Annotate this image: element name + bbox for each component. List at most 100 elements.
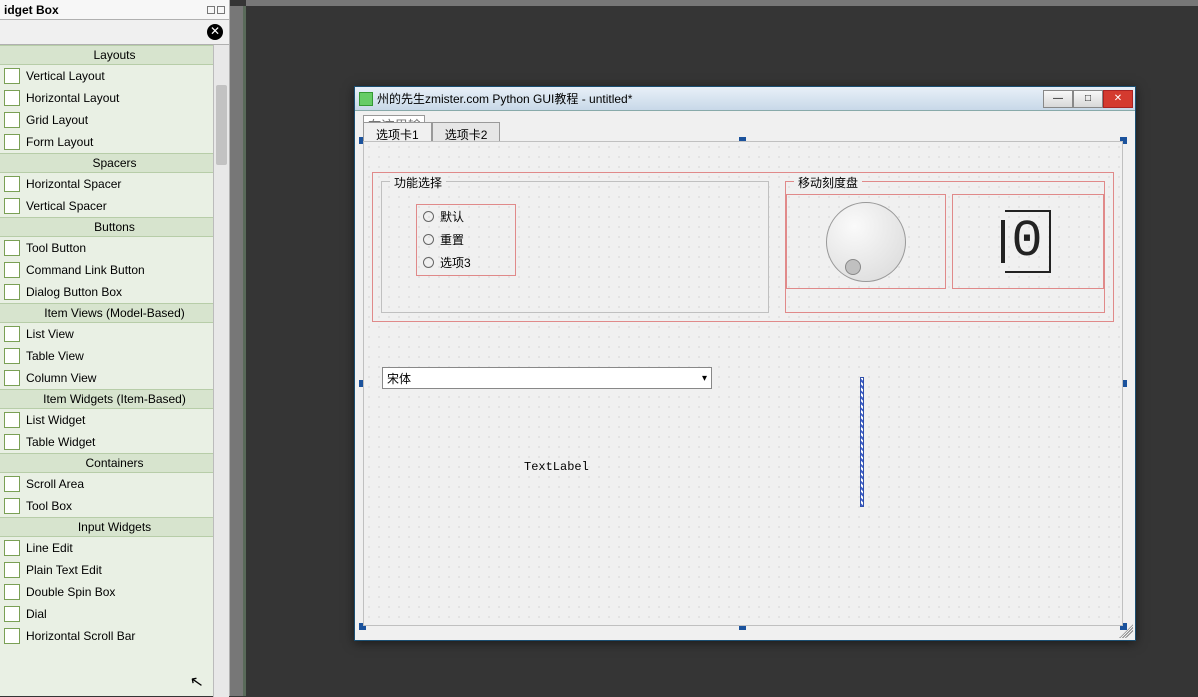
widget-item[interactable]: List View [0,323,229,345]
widget-icon [4,68,20,84]
widget-item[interactable]: Line Edit [0,537,229,559]
widget-icon [4,198,20,214]
form-titlebar[interactable]: 州的先生zmister.com Python GUI教程 - untitled*… [355,87,1135,111]
close-button[interactable]: ✕ [1103,90,1133,108]
widget-icon [4,584,20,600]
widget-item[interactable]: Tool Button [0,237,229,259]
text-label[interactable]: TextLabel [524,460,589,474]
dial-container[interactable] [786,194,946,289]
tabwidget-selection[interactable]: 选项卡1 选项卡2 功能选择 默认 [363,141,1123,626]
widget-item[interactable]: Vertical Layout [0,65,229,87]
widget-box-panel: idget Box ✕ Layouts Vertical Layout Horizo… [0,0,230,696]
lcd-number: 0 [1005,210,1050,273]
widget-icon [4,262,20,278]
widget-item[interactable]: Table View [0,345,229,367]
font-combobox[interactable]: 宋体 ▾ [382,367,712,389]
widget-icon [4,476,20,492]
widget-label: Column View [26,371,96,385]
radio-icon [423,211,434,222]
category-header[interactable]: Buttons [0,217,229,237]
widget-label: Dialog Button Box [26,285,122,299]
scrollbar-thumb[interactable] [216,85,227,165]
widget-item[interactable]: Command Link Button [0,259,229,281]
widget-item[interactable]: Double Spin Box [0,581,229,603]
widget-label: List View [26,327,74,341]
groupbox-function[interactable]: 功能选择 默认 重置 [381,181,769,313]
widget-item[interactable]: Table Widget [0,431,229,453]
widget-icon [4,134,20,150]
combo-value: 宋体 [387,370,411,387]
widget-list: Layouts Vertical Layout Horizontal Layout G… [0,45,229,697]
dock-close-icon[interactable] [217,6,225,14]
chevron-down-icon: ▾ [702,373,707,384]
category-header[interactable]: Layouts [0,45,229,65]
widget-label: Line Edit [26,541,73,555]
widget-icon [4,434,20,450]
widget-item[interactable]: Tool Box [0,495,229,517]
panel-dock-controls[interactable] [207,6,225,14]
dock-float-icon[interactable] [207,6,215,14]
widget-item[interactable]: Horizontal Spacer [0,173,229,195]
category-header[interactable]: Input Widgets [0,517,229,537]
slider-track [860,377,864,507]
widget-item[interactable]: Column View [0,367,229,389]
widget-icon [4,240,20,256]
panel-scrollbar[interactable] [213,45,229,697]
widget-item[interactable]: Dialog Button Box [0,281,229,303]
tab-page-1[interactable]: 功能选择 默认 重置 [364,162,1122,625]
panel-title: idget Box [4,3,59,17]
vertical-scrollbar-widget[interactable] [854,377,870,507]
widget-item[interactable]: Dial [0,603,229,625]
widget-label: Vertical Layout [26,69,105,83]
widget-label: List Widget [26,413,85,427]
radio-option3[interactable]: 选项3 [417,251,515,274]
groupbox-function-title: 功能选择 [390,174,446,191]
widget-label: Vertical Spacer [26,199,107,213]
widget-item[interactable]: Form Layout [0,131,229,153]
widget-item[interactable]: Vertical Spacer [0,195,229,217]
radio-reset[interactable]: 重置 [417,228,515,251]
radio-icon [423,257,434,268]
widget-label: Horizontal Spacer [26,177,121,191]
widget-item[interactable]: Horizontal Layout [0,87,229,109]
widget-icon [4,540,20,556]
category-header[interactable]: Item Views (Model-Based) [0,303,229,323]
widget-icon [4,370,20,386]
maximize-button[interactable]: □ [1073,90,1103,108]
widget-item[interactable]: List Widget [0,409,229,431]
form-body[interactable]: 选项卡1 选项卡2 功能选择 默认 [355,111,1135,640]
tab-widget[interactable]: 功能选择 默认 重置 [363,141,1123,626]
widget-item[interactable]: Scroll Area [0,473,229,495]
window-resize-grip[interactable] [1119,624,1133,638]
category-header[interactable]: Spacers [0,153,229,173]
category-header[interactable]: Item Widgets (Item-Based) [0,389,229,409]
form-window: 州的先生zmister.com Python GUI教程 - untitled*… [354,86,1136,641]
radio-icon [423,234,434,245]
widget-label: Plain Text Edit [26,563,102,577]
lcd-container[interactable]: 0 [952,194,1104,289]
widget-icon [4,348,20,364]
radio-label: 默认 [440,208,464,225]
groupbox-dial[interactable]: 移动刻度盘 0 [785,181,1105,313]
widget-icon [4,498,20,514]
widget-label: Command Link Button [26,263,145,277]
widget-item[interactable]: Horizontal Scroll Bar [0,625,229,647]
groupbox-dial-title: 移动刻度盘 [794,174,862,191]
widget-label: Horizontal Layout [26,91,119,105]
category-header[interactable]: Containers [0,453,229,473]
widget-label: Dial [26,607,47,621]
radio-group[interactable]: 默认 重置 选项3 [416,204,516,276]
radio-label: 选项3 [440,254,471,271]
minimize-button[interactable]: — [1043,90,1073,108]
widget-icon [4,326,20,342]
clear-filter-icon[interactable]: ✕ [207,24,223,40]
widget-item[interactable]: Grid Layout [0,109,229,131]
dial[interactable] [826,202,906,282]
widget-label: Table View [26,349,84,363]
widget-icon [4,284,20,300]
radio-default[interactable]: 默认 [417,205,515,228]
top-layout-row[interactable]: 功能选择 默认 重置 [372,172,1114,322]
widget-icon [4,90,20,106]
widget-item[interactable]: Plain Text Edit [0,559,229,581]
radio-label: 重置 [440,231,464,248]
